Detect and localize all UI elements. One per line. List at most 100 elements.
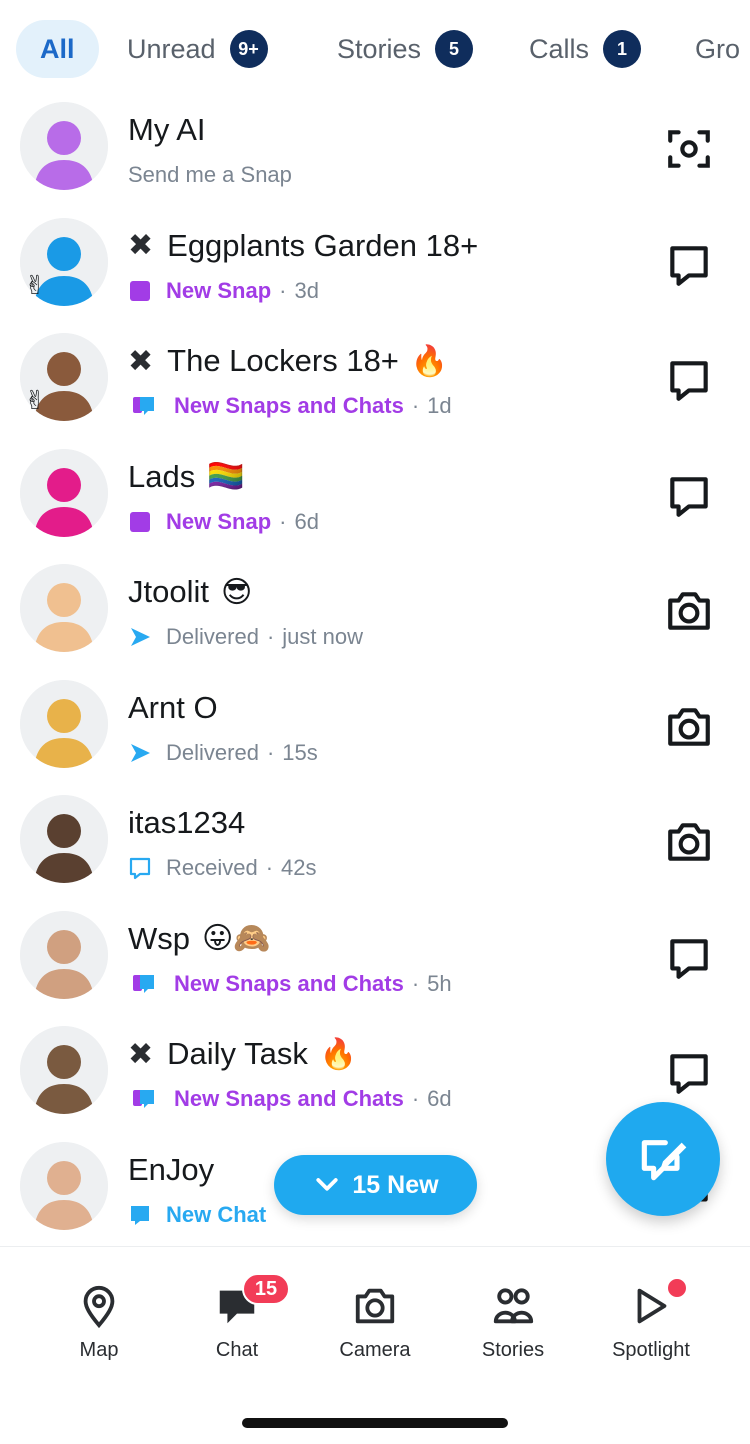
- chat-title: My AI: [128, 112, 206, 147]
- chat-row[interactable]: ✌ ✖ The Lockers 18+ 🔥 New Snaps and Chats · 1d: [0, 321, 750, 437]
- chat-name: Wsp 😛🙈: [128, 921, 271, 957]
- separator-dot: ·: [411, 970, 420, 996]
- chat-title: Jtoolit: [128, 574, 209, 609]
- chat-title: Arnt O: [128, 689, 218, 725]
- chat-row[interactable]: Wsp 😛🙈 New Snaps and Chats · 5h: [0, 899, 750, 1015]
- separator-dot: ·: [411, 1086, 420, 1111]
- separator-dot: ·: [266, 739, 275, 765]
- chat-bubble-icon[interactable]: [664, 1048, 714, 1098]
- tab-label: Gro: [695, 33, 741, 64]
- avatar[interactable]: [20, 795, 108, 883]
- chat-row[interactable]: Jtoolit 😎 Delivered · just now: [0, 552, 750, 668]
- unread-count-badge: 9+: [229, 30, 268, 68]
- chat-name: My AI: [128, 112, 206, 148]
- chat-name: Jtoolit 😎: [128, 574, 252, 610]
- new-chat-button[interactable]: [606, 1102, 720, 1216]
- tab-label: Unread: [127, 33, 216, 64]
- status-text: Delivered: [166, 739, 259, 765]
- chat-count-badge: 15: [242, 1273, 290, 1305]
- chat-emoji: 🔥: [319, 1037, 358, 1071]
- status-time: 1d: [427, 393, 452, 418]
- status-text: New Snaps and Chats: [174, 1086, 404, 1111]
- chat-name: ✖ Eggplants Garden 18+: [128, 228, 478, 264]
- chat-status: New Snaps and Chats · 5h: [128, 971, 452, 997]
- map-pin-icon: [83, 1285, 115, 1329]
- camera-icon[interactable]: [664, 586, 714, 636]
- chat-bubble-icon[interactable]: [664, 471, 714, 521]
- chat-status: New Snap · 3d: [128, 278, 319, 304]
- status-text: New Snap: [166, 508, 272, 534]
- separator-dot: ·: [266, 624, 275, 649]
- avatar[interactable]: [20, 1026, 108, 1114]
- avatar[interactable]: [20, 102, 108, 190]
- chat-row[interactable]: My AI Send me a Snap: [0, 90, 750, 206]
- bottom-nav: Map 15 Chat Camera Stories Spotlight: [0, 1246, 750, 1444]
- avatar[interactable]: [20, 564, 108, 652]
- status-text: New Snaps and Chats: [174, 970, 404, 996]
- chat-name: Lads 🏳️‍🌈: [128, 459, 245, 495]
- stories-count-badge: 5: [435, 30, 474, 68]
- nav-stories[interactable]: Stories: [448, 1283, 578, 1362]
- nav-chat[interactable]: 15 Chat: [172, 1273, 302, 1362]
- chat-emoji: 🔥: [410, 344, 449, 378]
- tab-label: All: [40, 33, 75, 64]
- separator-dot: ·: [279, 508, 287, 534]
- nav-label: Stories: [481, 1339, 545, 1361]
- chat-title: Daily Task: [167, 1036, 308, 1071]
- calls-count-badge: 1: [603, 30, 642, 68]
- chat-name: EnJoy: [128, 1152, 214, 1188]
- status-time: 6d: [427, 1086, 452, 1111]
- nav-label: Chat: [215, 1339, 259, 1361]
- camera-scan-icon[interactable]: [664, 124, 714, 174]
- status-text: Send me a Snap: [128, 162, 292, 187]
- chat-emoji: 😛🙈: [202, 922, 271, 955]
- chat-status: Send me a Snap: [128, 162, 292, 188]
- avatar[interactable]: [20, 910, 108, 999]
- tab-stories[interactable]: Stories 5: [337, 20, 474, 78]
- tab-unread[interactable]: Unread 9+: [127, 20, 268, 78]
- camera-icon[interactable]: [664, 702, 714, 752]
- snaps-chats-icon: [128, 972, 174, 996]
- stories-icon: [493, 1288, 534, 1324]
- chat-title: The Lockers 18+: [167, 343, 399, 378]
- chat-name: ✖ The Lockers 18+ 🔥: [128, 343, 448, 379]
- chat-bubble-icon[interactable]: [664, 933, 714, 983]
- camera-icon[interactable]: [664, 817, 714, 867]
- nav-label: Map: [79, 1339, 119, 1361]
- chat-bubble-icon[interactable]: [664, 355, 714, 405]
- chat-row[interactable]: itas1234 Received · 42s: [0, 783, 750, 899]
- chat-row[interactable]: Arnt O Delivered · 15s: [0, 668, 750, 784]
- snaps-chats-icon: [128, 394, 174, 418]
- avatar[interactable]: [20, 448, 108, 537]
- nav-map[interactable]: Map: [34, 1283, 164, 1362]
- avatar[interactable]: [20, 1141, 108, 1230]
- chat-status: Delivered · just now: [128, 624, 363, 650]
- home-indicator: [242, 1418, 508, 1428]
- camera-icon: [355, 1288, 395, 1324]
- chevron-down-icon: [316, 1178, 339, 1191]
- chat-status: New Chat: [128, 1202, 266, 1228]
- chat-title: Eggplants Garden 18+: [167, 227, 479, 263]
- tab-groups[interactable]: Gro: [695, 20, 740, 78]
- group-icon: ✖: [128, 1037, 154, 1071]
- chat-bubble-icon[interactable]: [664, 240, 714, 290]
- status-time: 6d: [294, 508, 319, 534]
- chat-title: itas1234: [128, 805, 246, 840]
- spotlight-notification-dot: [666, 1277, 688, 1299]
- sent-arrow-icon: [128, 741, 166, 765]
- snap-square-icon: [128, 510, 166, 534]
- status-text: Delivered: [166, 624, 259, 649]
- avatar[interactable]: [20, 679, 108, 768]
- new-messages-pill[interactable]: 15 New: [274, 1155, 477, 1215]
- nav-spotlight[interactable]: Spotlight: [586, 1277, 716, 1362]
- chat-row[interactable]: Lads 🏳️‍🌈 New Snap · 6d: [0, 437, 750, 553]
- chat-status: Received · 42s: [128, 855, 317, 881]
- chat-title: EnJoy: [128, 1151, 215, 1187]
- tab-all[interactable]: All: [16, 20, 99, 78]
- chat-row[interactable]: ✌ ✖ Eggplants Garden 18+ New Snap · 3d: [0, 206, 750, 322]
- chat-status: New Snap · 6d: [128, 509, 319, 535]
- nav-camera[interactable]: Camera: [310, 1283, 440, 1362]
- chat-emoji: 😎: [220, 575, 253, 609]
- tab-calls[interactable]: Calls 1: [529, 20, 642, 78]
- status-text: New Snaps and Chats: [174, 393, 404, 418]
